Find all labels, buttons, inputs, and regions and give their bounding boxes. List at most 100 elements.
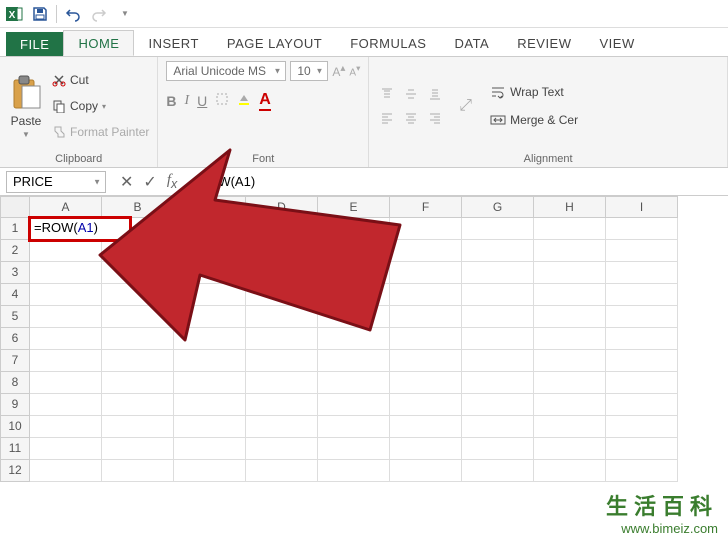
row-header[interactable]: 6	[0, 328, 30, 350]
tab-insert[interactable]: INSERT	[134, 31, 212, 56]
cell[interactable]	[246, 284, 318, 306]
cancel-formula-icon[interactable]: ✕	[120, 172, 133, 192]
save-icon[interactable]	[30, 4, 50, 24]
cell[interactable]	[30, 372, 102, 394]
cell[interactable]	[174, 218, 246, 240]
cell[interactable]	[102, 306, 174, 328]
column-header[interactable]: D	[246, 196, 318, 218]
qat-customize-icon[interactable]: ▼	[115, 4, 135, 24]
cell[interactable]	[246, 460, 318, 482]
cell[interactable]	[318, 394, 390, 416]
cell[interactable]	[606, 262, 678, 284]
bold-button[interactable]: B	[166, 93, 176, 109]
insert-function-icon[interactable]: fx	[167, 172, 177, 191]
cell[interactable]	[390, 306, 462, 328]
cell[interactable]	[534, 262, 606, 284]
cell[interactable]	[390, 460, 462, 482]
cell[interactable]	[30, 284, 102, 306]
cell[interactable]	[30, 438, 102, 460]
cell[interactable]	[246, 416, 318, 438]
cell[interactable]	[30, 328, 102, 350]
cell[interactable]	[534, 240, 606, 262]
cell[interactable]	[318, 416, 390, 438]
align-middle-icon[interactable]	[401, 84, 421, 104]
cell[interactable]	[534, 306, 606, 328]
cell[interactable]	[102, 416, 174, 438]
paste-button[interactable]: Paste ▼	[8, 74, 44, 139]
cell[interactable]	[318, 218, 390, 240]
increase-font-icon[interactable]: A▴	[332, 63, 345, 79]
cell[interactable]	[30, 240, 102, 262]
cell[interactable]	[462, 306, 534, 328]
cell[interactable]	[318, 306, 390, 328]
font-color-button[interactable]: A	[259, 91, 271, 111]
cell[interactable]	[174, 306, 246, 328]
italic-button[interactable]: I	[184, 93, 189, 109]
cell[interactable]	[462, 328, 534, 350]
align-center-icon[interactable]	[401, 108, 421, 128]
cell[interactable]	[462, 240, 534, 262]
cell[interactable]	[390, 218, 462, 240]
tab-view[interactable]: VIEW	[586, 31, 649, 56]
enter-formula-icon[interactable]: ✓	[143, 172, 156, 192]
cell[interactable]	[30, 350, 102, 372]
cell[interactable]	[318, 284, 390, 306]
cell[interactable]	[606, 416, 678, 438]
name-box[interactable]: PRICE ▼	[6, 171, 106, 193]
cell[interactable]	[174, 328, 246, 350]
cell[interactable]	[102, 438, 174, 460]
cell[interactable]	[174, 460, 246, 482]
cell[interactable]	[534, 460, 606, 482]
cell[interactable]	[246, 394, 318, 416]
cell[interactable]	[318, 460, 390, 482]
cell[interactable]	[246, 350, 318, 372]
row-header[interactable]: 2	[0, 240, 30, 262]
cell[interactable]	[246, 328, 318, 350]
cell[interactable]	[174, 438, 246, 460]
column-header[interactable]: G	[462, 196, 534, 218]
cell[interactable]	[390, 328, 462, 350]
cell[interactable]	[102, 284, 174, 306]
cell[interactable]	[318, 240, 390, 262]
format-painter-button[interactable]: Format Painter	[52, 121, 149, 143]
cell[interactable]	[462, 394, 534, 416]
cell[interactable]	[606, 438, 678, 460]
copy-button[interactable]: Copy ▾	[52, 95, 149, 117]
wrap-text-button[interactable]: Wrap Text	[490, 81, 578, 103]
cell[interactable]	[246, 262, 318, 284]
cell[interactable]: =ROW(A1)	[30, 218, 130, 240]
cell[interactable]	[30, 394, 102, 416]
cell[interactable]	[246, 218, 318, 240]
redo-icon[interactable]	[89, 4, 109, 24]
cell[interactable]	[462, 218, 534, 240]
cell[interactable]	[102, 328, 174, 350]
tab-data[interactable]: DATA	[440, 31, 503, 56]
cell[interactable]	[246, 306, 318, 328]
cell[interactable]	[606, 328, 678, 350]
row-header[interactable]: 10	[0, 416, 30, 438]
cell[interactable]	[246, 372, 318, 394]
cell[interactable]	[534, 284, 606, 306]
cell[interactable]	[102, 460, 174, 482]
cell[interactable]	[606, 218, 678, 240]
cell[interactable]	[102, 372, 174, 394]
column-header[interactable]: H	[534, 196, 606, 218]
column-header[interactable]: C	[174, 196, 246, 218]
cell[interactable]	[390, 394, 462, 416]
tab-file[interactable]: FILE	[6, 32, 63, 56]
tab-page-layout[interactable]: PAGE LAYOUT	[213, 31, 336, 56]
decrease-font-icon[interactable]: A▾	[349, 63, 360, 78]
border-button[interactable]	[215, 92, 229, 111]
cell[interactable]	[390, 438, 462, 460]
cell[interactable]	[174, 372, 246, 394]
cell[interactable]	[318, 350, 390, 372]
cell[interactable]	[606, 350, 678, 372]
cell[interactable]	[30, 306, 102, 328]
cell[interactable]	[102, 350, 174, 372]
column-header[interactable]: F	[390, 196, 462, 218]
row-header[interactable]: 9	[0, 394, 30, 416]
cell[interactable]	[534, 416, 606, 438]
row-header[interactable]: 4	[0, 284, 30, 306]
cell[interactable]	[606, 460, 678, 482]
cell[interactable]	[102, 240, 174, 262]
